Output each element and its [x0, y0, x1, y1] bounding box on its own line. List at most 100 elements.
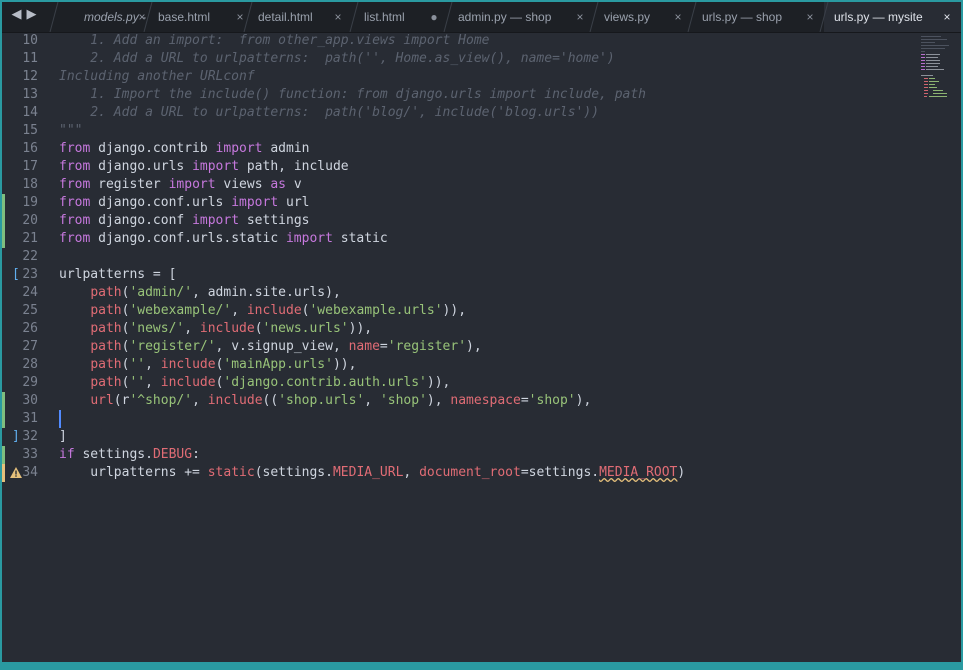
code-line[interactable]: 15 """	[2, 122, 902, 140]
code-token: 'register/'	[129, 339, 216, 354]
unsaved-dot-icon[interactable]: ●	[428, 10, 440, 24]
tab-nav-arrows: ◀ ▶	[10, 7, 38, 25]
code-token: as	[270, 177, 287, 192]
code-line[interactable]: 19 from django.conf.urls import url	[2, 194, 902, 212]
line-number: 15	[22, 123, 38, 138]
code-token: =	[379, 339, 388, 354]
tab-1[interactable]: base.html ×	[143, 2, 254, 32]
code-token: MEDIA_ROOT	[599, 465, 678, 480]
line-number: 34	[22, 465, 38, 480]
code-line[interactable]: 34 urlpatterns += static(settings.MEDIA_…	[2, 464, 902, 482]
code-line[interactable]: 29 path('', include('django.contrib.auth…	[2, 374, 902, 392]
code-line[interactable]: 13 1. Import the include() function: fro…	[2, 86, 902, 104]
code-line[interactable]: 24 path('admin/', admin.site.urls),	[2, 284, 902, 302]
code-line[interactable]: 31	[2, 410, 902, 428]
tab-3[interactable]: list.html ●	[349, 2, 448, 32]
code-token: urlpatterns = [	[59, 267, 177, 282]
close-icon[interactable]: ×	[332, 10, 344, 24]
code-token: import	[168, 177, 216, 192]
close-icon[interactable]: ×	[804, 10, 816, 24]
code-text: 1. Import the include() function: from d…	[59, 86, 646, 104]
code-editor[interactable]: 10 1. Add an import: from other_app.view…	[2, 32, 961, 662]
line-number: 25	[22, 303, 38, 318]
code-token: (	[254, 321, 263, 336]
code-line[interactable]: [23 urlpatterns = [	[2, 266, 902, 284]
code-token: url	[90, 393, 114, 408]
tab-separator	[589, 2, 599, 32]
code-text: from register import views as v	[59, 176, 302, 194]
tab-label: views.py	[604, 10, 651, 24]
line-number: 22	[22, 249, 38, 264]
tab-4[interactable]: admin.py — shop ×	[443, 2, 594, 32]
code-line[interactable]: 11 2. Add a URL to urlpatterns: path('',…	[2, 50, 902, 68]
tab-label: admin.py — shop	[458, 10, 552, 24]
code-token: '^shop/'	[129, 393, 193, 408]
code-token: =	[520, 393, 529, 408]
code-line[interactable]: 14 2. Add a URL to urlpatterns: path('bl…	[2, 104, 902, 122]
minimap[interactable]	[919, 34, 953, 104]
code-line[interactable]: 28 path('', include('mainApp.urls')),	[2, 356, 902, 374]
code-line[interactable]: 33 if settings.DEBUG:	[2, 446, 902, 464]
code-token: ]	[59, 429, 67, 444]
tab-5[interactable]: views.py ×	[589, 2, 692, 32]
code-token: :	[192, 447, 200, 462]
line-number: 12	[22, 69, 38, 84]
code-token: django.urls	[90, 159, 193, 174]
code-token: ,	[403, 465, 420, 480]
tab-7[interactable]: urls.py — mysite ×	[819, 2, 961, 32]
code-token: 'news.urls'	[262, 321, 349, 336]
close-icon[interactable]: ×	[941, 10, 953, 24]
tab-label: list.html	[364, 10, 405, 24]
code-token: Including another URLconf	[59, 69, 255, 84]
text-cursor	[59, 410, 61, 428]
code-token: 'shop'	[528, 393, 576, 408]
tab-label: urls.py — mysite	[834, 10, 923, 24]
code-line[interactable]: 27 path('register/', v.signup_view, name…	[2, 338, 902, 356]
code-text: from django.urls import path, include	[59, 158, 349, 176]
line-number: 29	[22, 375, 38, 390]
code-text: path('admin/', admin.site.urls),	[59, 284, 340, 302]
line-number: 26	[22, 321, 38, 336]
code-line[interactable]: 25 path('webexample/', include('webexamp…	[2, 302, 902, 320]
tab-0[interactable]: models.py - ×	[49, 2, 156, 32]
code-text: from django.conf.urls import url	[59, 194, 309, 212]
tab-bar: ◀ ▶ models.py - × base.html × detail.html × li…	[2, 2, 961, 33]
close-icon[interactable]: ×	[672, 10, 684, 24]
code-line[interactable]: 22	[2, 248, 902, 266]
close-icon[interactable]: ×	[574, 10, 586, 24]
code-line[interactable]: 12 Including another URLconf	[2, 68, 902, 86]
code-token: =settings.	[520, 465, 600, 480]
line-number: 27	[22, 339, 38, 354]
tab-2[interactable]: detail.html ×	[243, 2, 352, 32]
code-text: path('', include('mainApp.urls')),	[59, 356, 356, 374]
code-token: import	[192, 213, 240, 228]
line-number: 10	[22, 33, 38, 48]
code-token: ,	[145, 375, 161, 390]
code-line[interactable]: 10 1. Add an import: from other_app.view…	[2, 32, 902, 50]
code-token: ,	[192, 393, 208, 408]
tab-6[interactable]: urls.py — shop ×	[687, 2, 824, 32]
code-token: path	[90, 285, 122, 300]
code-token: ((	[262, 393, 279, 408]
code-token: if	[59, 447, 75, 462]
code-line[interactable]: ] 32]	[2, 428, 902, 446]
code-text: 2. Add a URL to urlpatterns: path('', Ho…	[59, 50, 614, 68]
back-arrow-icon[interactable]: ◀	[10, 7, 23, 25]
code-token: include	[160, 375, 216, 390]
code-line[interactable]: 30 url(r'^shop/', include(('shop.urls', …	[2, 392, 902, 410]
code-line[interactable]: 26 path('news/', include('news.urls')),	[2, 320, 902, 338]
code-line[interactable]: 20 from django.conf import settings	[2, 212, 902, 230]
code-text: path('', include('django.contrib.auth.ur…	[59, 374, 450, 392]
code-token: path	[90, 357, 122, 372]
code-line[interactable]: 17 from django.urls import path, include	[2, 158, 902, 176]
code-line[interactable]: 21 from django.conf.urls.static import st…	[2, 230, 902, 248]
code-token: from	[59, 213, 91, 228]
code-token: )	[677, 465, 686, 480]
code-token: 'shop.urls'	[278, 393, 365, 408]
forward-arrow-icon[interactable]: ▶	[25, 7, 38, 25]
code-line[interactable]: 18 from register import views as v	[2, 176, 902, 194]
code-line[interactable]: 16 from django.contrib import admin	[2, 140, 902, 158]
